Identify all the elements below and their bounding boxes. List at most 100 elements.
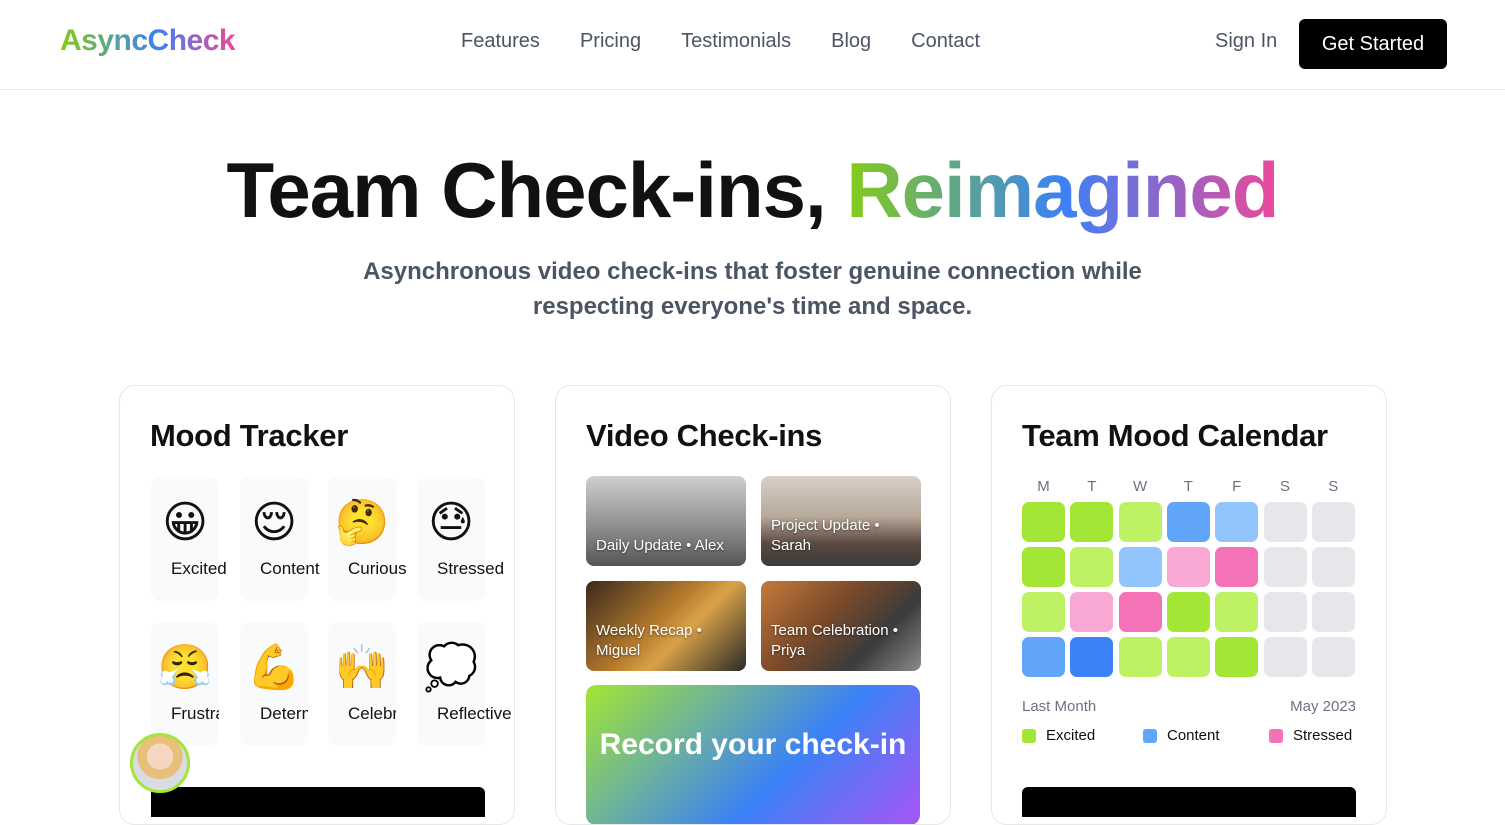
mood-label: Content <box>260 559 320 578</box>
logo[interactable]: AsyncCheck <box>60 24 236 58</box>
calendar-day-cell[interactable] <box>1215 547 1259 587</box>
calendar-day-cell[interactable] <box>1070 637 1114 677</box>
calendar-day-cell[interactable] <box>1311 502 1355 542</box>
mood-option-stressed[interactable]: 😓 Stressed <box>417 477 504 601</box>
mood-label: Curious <box>348 559 407 578</box>
mood-tracker-action-bar[interactable] <box>151 787 485 817</box>
mood-option-excited[interactable]: 😀 Excited <box>151 477 227 601</box>
mood-label: Determined <box>260 704 308 723</box>
legend-label: Excited <box>1046 727 1096 744</box>
hero-subtitle: Asynchronous video check-ins that foster… <box>363 258 1142 320</box>
video-caption: Team Celebration • Priya <box>771 622 898 659</box>
relieved-face-icon: 😌 <box>251 498 297 547</box>
get-started-button[interactable]: Get Started <box>1299 19 1447 69</box>
calendar-action-bar[interactable] <box>1022 787 1356 817</box>
nav-features[interactable]: Features <box>461 30 540 53</box>
calendar-day-cell[interactable] <box>1118 502 1162 542</box>
calendar-day-cell[interactable] <box>1263 592 1307 632</box>
mood-calendar-card: Team Mood Calendar M T W T F S S Last Month Ma… <box>991 385 1387 825</box>
avatar[interactable] <box>130 733 190 793</box>
calendar-day-cell[interactable] <box>1166 592 1210 632</box>
mood-option-curious[interactable]: 🤔 Curious <box>328 477 407 601</box>
legend-swatch <box>1022 728 1036 743</box>
calendar-day-cell[interactable] <box>1070 502 1114 542</box>
legend-label: Content <box>1167 727 1220 744</box>
video-checkins-title: Video Check-ins <box>586 418 823 453</box>
calendar-day-cell[interactable] <box>1263 637 1307 677</box>
mood-calendar-title: Team Mood Calendar <box>1022 418 1328 453</box>
calendar-day-cell[interactable] <box>1215 637 1259 677</box>
calendar-day-cell[interactable] <box>1311 637 1355 677</box>
video-thumbnail-alex[interactable]: Daily Update • Alex <box>586 476 746 566</box>
nav-testimonials[interactable]: Testimonials <box>681 30 791 53</box>
mood-label: Frustrated <box>171 704 219 723</box>
record-checkin-button[interactable]: Record your check-in <box>586 685 920 824</box>
calendar-day-cell[interactable] <box>1022 547 1065 587</box>
legend-item-content: Content <box>1143 727 1220 744</box>
calendar-day-cell[interactable] <box>1166 547 1210 587</box>
legend-swatch <box>1269 728 1283 743</box>
grinning-face-icon: 😀 <box>162 498 208 547</box>
mood-label: Celebrating <box>348 704 396 723</box>
calendar-day-cell[interactable] <box>1022 637 1065 677</box>
video-thumbnail-miguel[interactable]: Weekly Recap • Miguel <box>586 581 746 671</box>
calendar-day-cell[interactable] <box>1263 502 1307 542</box>
legend-label: Stressed <box>1293 727 1353 744</box>
calendar-day-cell[interactable] <box>1166 637 1210 677</box>
mood-tracker-title: Mood Tracker <box>150 418 348 453</box>
mood-option-celebrating[interactable]: 🙌 Celebrating <box>328 622 396 746</box>
video-thumbnail-priya[interactable]: Team Celebration • Priya <box>761 581 921 671</box>
legend-item-excited: Excited <box>1022 727 1095 744</box>
nav-pricing[interactable]: Pricing <box>580 30 641 53</box>
mood-label: Reflective <box>437 704 512 723</box>
legend-item-stressed: Stressed <box>1269 727 1352 744</box>
hero-title: Team Check-ins, Reimagined <box>0 145 1505 236</box>
weekday-label: S <box>1328 478 1339 495</box>
main-nav: Features Pricing Testimonials Blog Conta… <box>461 30 980 53</box>
video-caption: Project Update • Sarah <box>771 517 880 554</box>
weekday-label: F <box>1232 478 1242 495</box>
calendar-day-cell[interactable] <box>1022 502 1065 542</box>
mood-label: Excited <box>171 559 227 578</box>
flexed-biceps-icon: 💪 <box>246 643 302 692</box>
mood-option-frustrated[interactable]: 😤 Frustrated <box>151 622 219 746</box>
nav-contact[interactable]: Contact <box>911 30 980 53</box>
calendar-day-cell[interactable] <box>1070 592 1114 632</box>
calendar-day-cell[interactable] <box>1118 637 1162 677</box>
mood-option-reflective[interactable]: 💭 Reflective <box>417 622 512 746</box>
video-caption: Daily Update • Alex <box>596 537 724 554</box>
calendar-day-cell[interactable] <box>1311 547 1355 587</box>
calendar-day-cell[interactable] <box>1215 592 1259 632</box>
calendar-day-cell[interactable] <box>1022 592 1065 632</box>
weekday-label: T <box>1183 478 1193 495</box>
sweat-face-icon: 😓 <box>428 498 474 547</box>
record-checkin-label: Record your check-in <box>599 728 907 761</box>
calendar-month-label: May 2023 <box>1290 698 1356 715</box>
nav-blog[interactable]: Blog <box>831 30 871 53</box>
calendar-period-label: Last Month <box>1022 698 1097 715</box>
raising-hands-icon: 🙌 <box>334 643 390 692</box>
thought-balloon-icon: 💭 <box>423 643 479 692</box>
mood-option-content[interactable]: 😌 Content <box>240 477 320 601</box>
calendar-day-cell[interactable] <box>1070 547 1114 587</box>
calendar-day-cell[interactable] <box>1166 502 1210 542</box>
calendar-day-cell[interactable] <box>1118 547 1162 587</box>
weekday-label: S <box>1279 478 1290 495</box>
video-thumbnail-sarah[interactable]: Project Update • Sarah <box>761 476 921 566</box>
weekday-label: M <box>1037 478 1050 495</box>
video-checkins-card: Video Check-ins Daily Update • Alex Proj… <box>555 385 951 825</box>
hero-title-plain: Team Check-ins, <box>226 146 847 234</box>
calendar-day-cell[interactable] <box>1311 592 1355 632</box>
sign-in-link[interactable]: Sign In <box>1215 30 1277 53</box>
legend-swatch <box>1143 728 1157 743</box>
calendar-day-cell[interactable] <box>1118 592 1162 632</box>
calendar-day-cell[interactable] <box>1215 502 1259 542</box>
calendar-day-cell[interactable] <box>1263 547 1307 587</box>
top-navigation-bar: AsyncCheck Features Pricing Testimonials… <box>0 0 1505 90</box>
mood-label: Stressed <box>437 559 505 578</box>
steam-face-icon: 😤 <box>157 643 213 692</box>
weekday-label: W <box>1133 478 1148 495</box>
mood-option-determined[interactable]: 💪 Determined <box>240 622 308 746</box>
weekday-label: T <box>1087 478 1097 495</box>
thinking-face-icon: 🤔 <box>334 498 390 547</box>
